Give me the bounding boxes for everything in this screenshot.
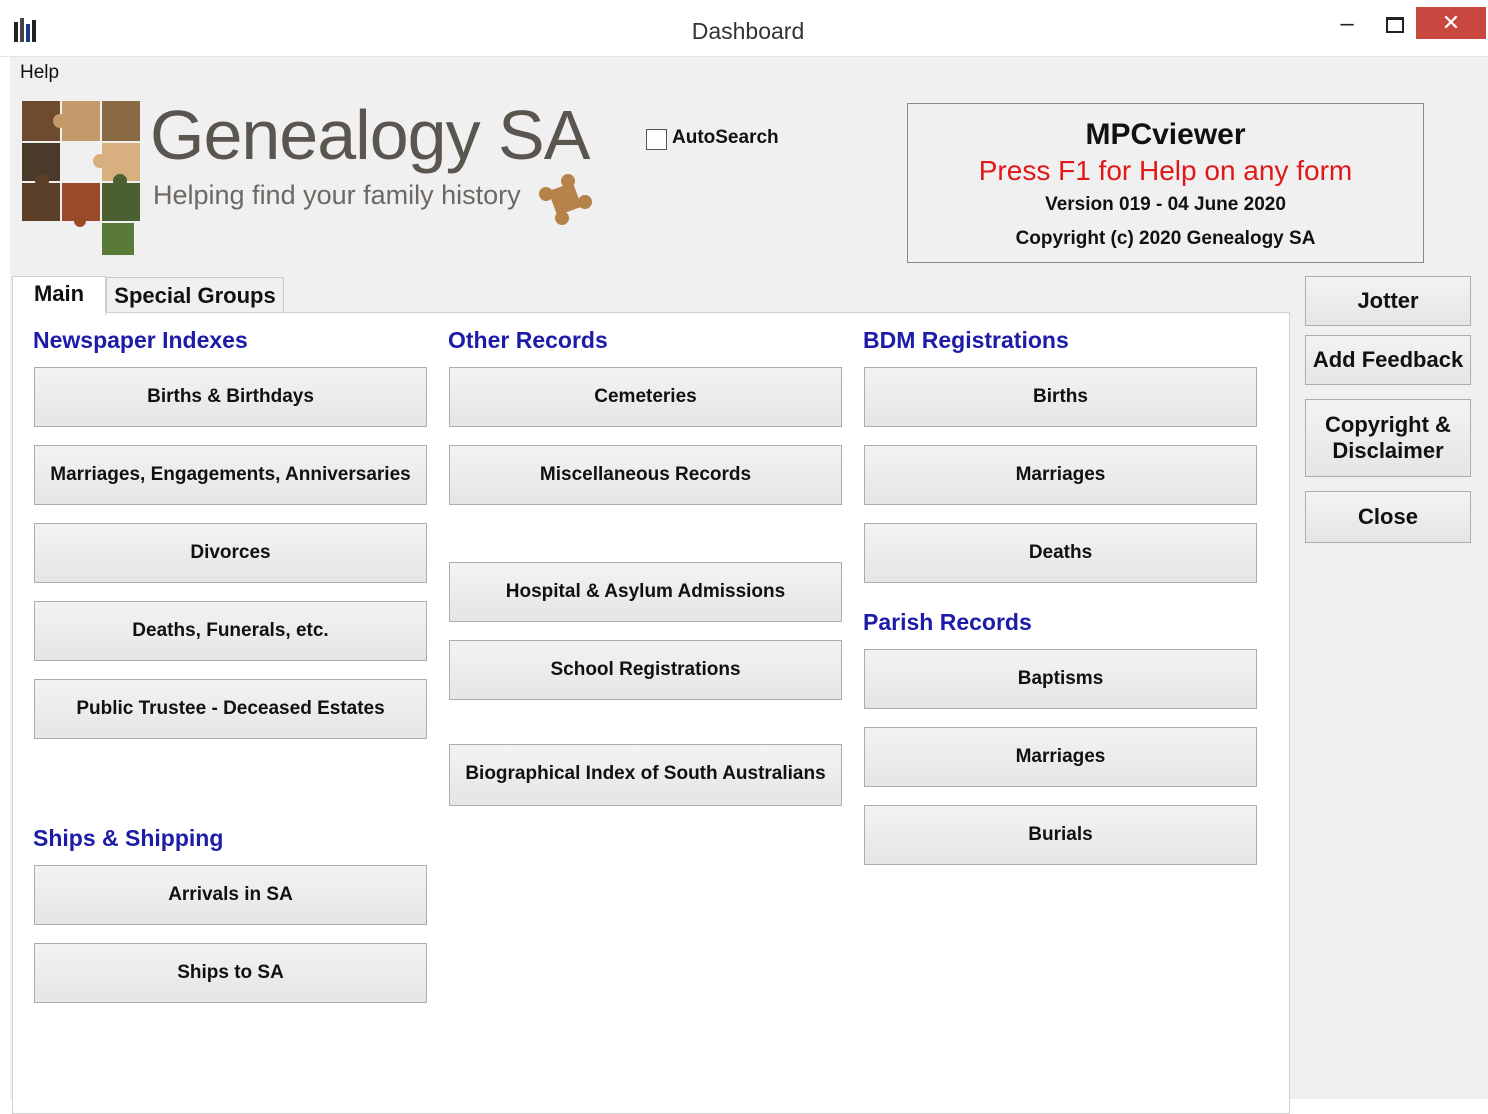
checkbox-box[interactable] [646,129,667,150]
close-window-button[interactable]: ✕ [1416,7,1486,39]
ships-to-sa-button[interactable]: Ships to SA [34,943,427,1003]
bdm-marriages-button[interactable]: Marriages [864,445,1257,505]
public-trustee-button[interactable]: Public Trustee - Deceased Estates [34,679,427,739]
minimize-button[interactable]: – [1326,10,1368,40]
copyright-disclaimer-line2: Disclaimer [1332,438,1444,463]
arrivals-button[interactable]: Arrivals in SA [34,865,427,925]
tab-special-groups[interactable]: Special Groups [106,277,284,313]
logo-subtitle: Helping find your family history [153,180,521,210]
tab-panel: Newspaper Indexes Births & Birthdays Mar… [12,312,1290,1114]
maximize-icon [1386,17,1404,33]
menu-help[interactable]: Help [20,62,59,84]
other-records-heading: Other Records [448,327,608,353]
misc-records-button[interactable]: Miscellaneous Records [449,445,842,505]
parish-burials-button[interactable]: Burials [864,805,1257,865]
puzzle-piece-icon [539,174,592,225]
copyright-text: Copyright (c) 2020 Genealogy SA [1015,228,1316,249]
help-hint: Press F1 for Help on any form [978,155,1353,186]
app-name: MPCviewer [1085,118,1246,151]
client-area: Genealogy SA Helping find your family hi… [10,87,1488,1114]
info-box: MPCviewer Press F1 for Help on any form … [907,103,1424,263]
bdm-deaths-button[interactable]: Deaths [864,523,1257,583]
divorces-button[interactable]: Divorces [34,523,427,583]
bdm-births-button[interactable]: Births [864,367,1257,427]
cemeteries-button[interactable]: Cemeteries [449,367,842,427]
parish-baptisms-button[interactable]: Baptisms [864,649,1257,709]
add-feedback-button[interactable]: Add Feedback [1305,335,1471,385]
logo-title: Genealogy SA [150,96,590,174]
parish-heading: Parish Records [863,609,1032,635]
deaths-funerals-button[interactable]: Deaths, Funerals, etc. [34,601,427,661]
version-text: Version 019 - 04 June 2020 [1045,194,1286,215]
school-registrations-button[interactable]: School Registrations [449,640,842,700]
close-button[interactable]: Close [1305,491,1471,543]
window-title: Dashboard [691,18,805,44]
ships-heading: Ships & Shipping [33,825,224,851]
hospital-asylum-button[interactable]: Hospital & Asylum Admissions [449,562,842,622]
maximize-button[interactable] [1373,10,1415,40]
copyright-disclaimer-button[interactable]: Copyright & Disclaimer [1305,399,1471,477]
menu-bar: Help [10,57,1488,87]
jotter-button[interactable]: Jotter [1305,276,1471,326]
bdm-heading: BDM Registrations [863,327,1069,353]
births-birthdays-button[interactable]: Births & Birthdays [34,367,427,427]
biographical-index-button[interactable]: Biographical Index of South Australians [449,744,842,806]
tab-main[interactable]: Main [12,276,106,315]
marriages-engagements-button[interactable]: Marriages, Engagements, Anniversaries [34,445,427,505]
title-bar: Dashboard – ✕ [0,0,1488,57]
copyright-disclaimer-line1: Copyright & [1325,412,1451,437]
autosearch-label: AutoSearch [672,127,779,148]
newspaper-heading: Newspaper Indexes [33,327,248,353]
puzzle-logo-icon [22,101,140,255]
parish-marriages-button[interactable]: Marriages [864,727,1257,787]
